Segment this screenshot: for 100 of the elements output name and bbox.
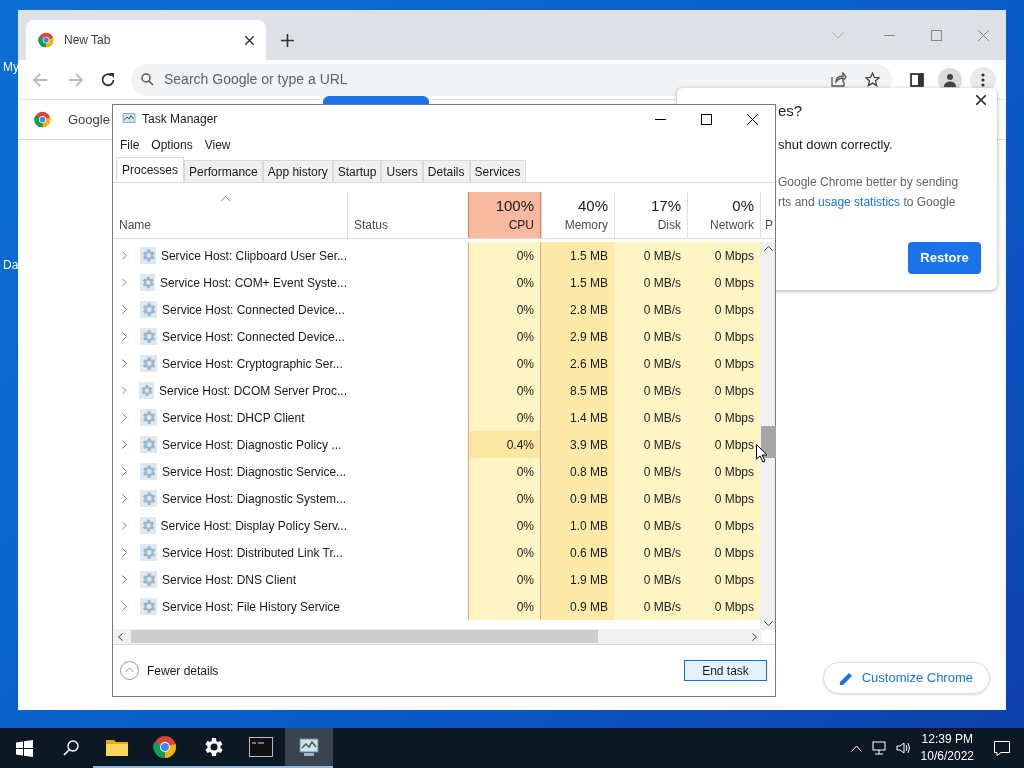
table-cell: 0 Mbps	[687, 404, 760, 431]
column-header[interactable]: 100% CPU	[468, 192, 541, 238]
address-bar[interactable]: Search Google or type a URL	[131, 63, 892, 96]
table-cell: 0%	[468, 539, 541, 566]
column-label: Disk	[657, 217, 681, 234]
table-cell: 0.4%	[468, 431, 541, 458]
table-cell: 0 Mbps	[687, 539, 760, 566]
process-row[interactable]: Service Host: COM+ Event Syste... 0% 1.5 MB 0 MB/s 0 Mbps	[113, 269, 760, 296]
table-cell: 0 MB/s	[614, 404, 687, 431]
table-cell: 0 MB/s	[614, 593, 687, 620]
desktop-icon-label[interactable]: Da	[3, 256, 19, 274]
process-row[interactable]: Service Host: Connected Device... 0% 2.9 MB 0 MB/s 0 Mbps	[113, 323, 760, 350]
table-cell: 0 MB/s	[614, 242, 687, 269]
table-cell: 1.5 MB	[541, 269, 614, 296]
popup-title: es?	[778, 101, 804, 121]
table-cell: 0%	[468, 269, 541, 296]
process-row[interactable]: Service Host: Clipboard User Ser... 0% 1.5 MB 0 MB/s 0 Mbps	[113, 242, 760, 269]
process-row[interactable]: Service Host: Display Policy Serv... 0% 1.0 MB 0 MB/s 0 Mbps	[113, 512, 760, 539]
process-name: Service Host: DNS Client	[162, 571, 297, 589]
table-cell: 0 Mbps	[687, 458, 760, 485]
table-cell: 0 MB/s	[614, 566, 687, 593]
tab[interactable]: Performance	[184, 160, 263, 182]
process-name: Service Host: COM+ Event Syste...	[159, 274, 347, 292]
table-cell: 0 Mbps	[687, 377, 760, 404]
table-cell: 0 Mbps	[687, 296, 760, 323]
process-row[interactable]: Service Host: Diagnostic Service... 0% 0.8 MB 0 MB/s 0 Mbps	[113, 458, 760, 485]
tab[interactable]: App history	[262, 160, 333, 182]
process-name: Service Host: DCOM Server Proc...	[158, 382, 347, 400]
table-cell: 0.9 MB	[541, 485, 614, 512]
process-row[interactable]: Service Host: DHCP Client 0% 1.4 MB 0 MB/s 0 Mbps	[113, 404, 760, 431]
table-cell: 0%	[468, 350, 541, 377]
table-cell: 0 Mbps	[687, 323, 760, 350]
process-row[interactable]: Service Host: Distributed Link Tr... 0% 0.6 MB 0 MB/s 0 Mbps	[113, 539, 760, 566]
process-name: Service Host: Connected Device...	[162, 301, 345, 319]
process-row[interactable]: Service Host: DNS Client 0% 1.9 MB 0 MB/s 0 Mbps	[113, 566, 760, 593]
table-cell: 0.6 MB	[541, 539, 614, 566]
process-row[interactable]: Service Host: Diagnostic System... 0% 0.9 MB 0 MB/s 0 Mbps	[113, 485, 760, 512]
column-header[interactable]: Status	[354, 216, 389, 234]
address-input[interactable]: Search Google or type a URL	[164, 69, 831, 90]
table-cell: 0%	[468, 323, 541, 350]
usage-statistics-link[interactable]: usage statistics	[818, 195, 901, 209]
clock-time[interactable]: 12:39 PM	[921, 731, 973, 748]
table-cell: 0%	[468, 296, 541, 323]
column-percent: 17%	[650, 196, 681, 216]
table-cell: 0 MB/s	[614, 377, 687, 404]
column-percent: 0%	[732, 196, 754, 216]
column-header[interactable]: 0% Network	[687, 192, 760, 238]
process-row[interactable]: Service Host: Cryptographic Ser... 0% 2.6 MB 0 MB/s 0 Mbps	[113, 350, 760, 377]
end-task-button[interactable]: End task	[684, 660, 767, 681]
browser-tab[interactable]: New Tab	[26, 20, 266, 60]
tab[interactable]: Details	[422, 160, 470, 182]
table-cell: 0 MB/s	[614, 539, 687, 566]
column-percent: 40%	[577, 196, 608, 216]
column-header[interactable]: Name	[119, 216, 151, 234]
table-cell: 0 Mbps	[687, 485, 760, 512]
menu-item[interactable]: Options	[151, 136, 193, 154]
process-name: Service Host: Diagnostic Service...	[162, 463, 347, 481]
process-row[interactable]: Service Host: DCOM Server Proc... 0% 8.5 MB 0 MB/s 0 Mbps	[113, 377, 760, 404]
table-cell: 0 MB/s	[614, 323, 687, 350]
process-row[interactable]: Service Host: Connected Device... 0% 2.8 MB 0 MB/s 0 Mbps	[113, 296, 760, 323]
customize-chrome-button[interactable]: Customize Chrome	[822, 662, 990, 694]
table-cell: 0%	[468, 485, 541, 512]
tab[interactable]: Processes	[116, 157, 185, 182]
table-cell: 0 Mbps	[687, 566, 760, 593]
process-row[interactable]: Service Host: Diagnostic Policy ... 0.4% 3.9 MB 0 MB/s 0 Mbps	[113, 431, 760, 458]
popup-message: shut down correctly.	[778, 135, 894, 154]
tab[interactable]: Services	[469, 160, 526, 182]
tab[interactable]: Users	[381, 160, 423, 182]
table-cell: 0%	[468, 377, 541, 404]
table-cell: 0%	[468, 242, 541, 269]
table-cell: 3.9 MB	[541, 431, 614, 458]
table-cell: 1.9 MB	[541, 566, 614, 593]
column-header[interactable]: 40% Memory	[541, 192, 614, 238]
clock-date[interactable]: 10/6/2022	[920, 748, 974, 765]
desktop-icon-label[interactable]: My	[3, 58, 19, 76]
table-cell: 0 MB/s	[614, 485, 687, 512]
fewer-details-button[interactable]: Fewer details	[120, 661, 219, 680]
process-name: Service Host: Distributed Link Tr...	[162, 544, 343, 562]
table-cell: 0 Mbps	[687, 593, 760, 620]
bookmark-link[interactable]: Google	[68, 109, 110, 130]
process-name: Service Host: Diagnostic System...	[162, 490, 347, 508]
table-cell: 0 MB/s	[614, 512, 687, 539]
column-label: CPU	[508, 217, 534, 234]
column-header[interactable]: P	[765, 216, 773, 234]
table-cell: 2.8 MB	[541, 296, 614, 323]
table-cell: 1.4 MB	[541, 404, 614, 431]
process-name: Service Host: Clipboard User Ser...	[160, 247, 347, 265]
menu-item[interactable]: View	[204, 136, 231, 154]
process-name: Service Host: Display Policy Serv...	[160, 517, 347, 535]
column-label: Memory	[564, 217, 608, 234]
table-cell: 0 Mbps	[687, 512, 760, 539]
process-row[interactable]: Service Host: File History Service 0% 0.9 MB 0 MB/s 0 Mbps	[113, 593, 760, 620]
tab[interactable]: Startup	[332, 160, 382, 182]
restore-button[interactable]: Restore	[908, 242, 981, 274]
process-name: Service Host: Cryptographic Ser...	[162, 355, 343, 373]
table-cell: 8.5 MB	[541, 377, 614, 404]
table-cell: 0%	[468, 404, 541, 431]
menu-item[interactable]: File	[120, 136, 140, 154]
column-header[interactable]: 17% Disk	[614, 192, 687, 238]
table-cell: 0 MB/s	[614, 269, 687, 296]
